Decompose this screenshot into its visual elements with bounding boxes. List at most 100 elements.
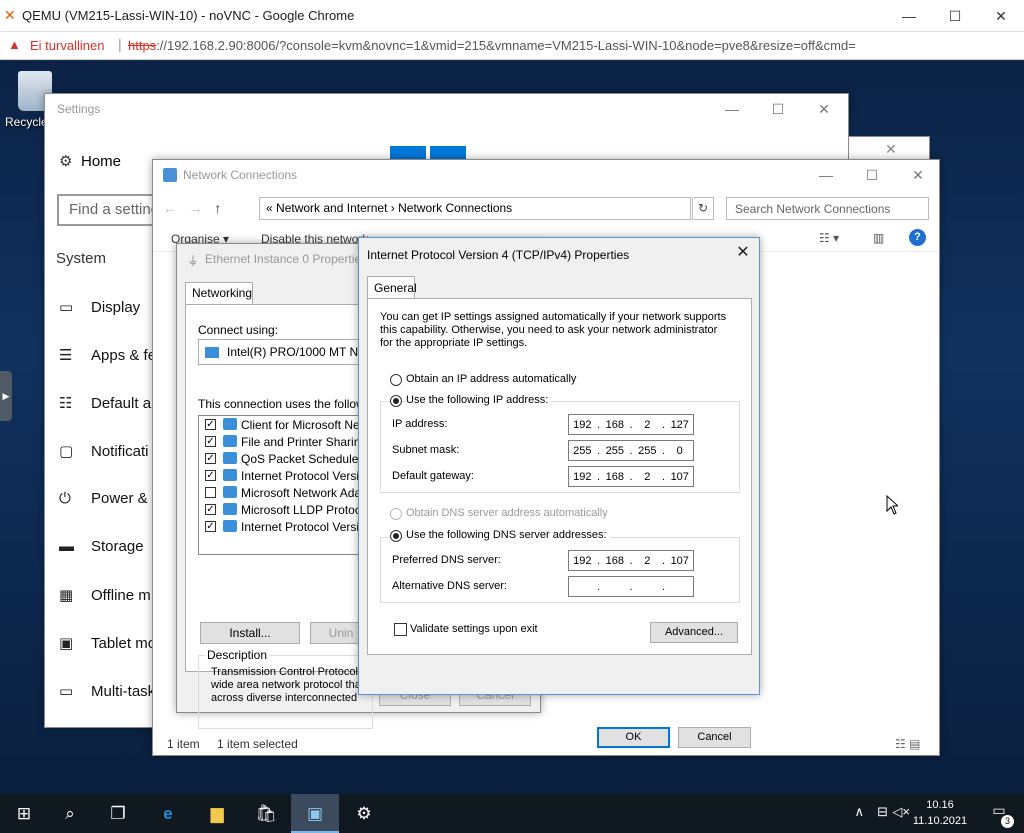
action-center-icon[interactable]: ▭ 3	[988, 802, 1014, 828]
search-icon[interactable]: ⌕	[46, 794, 94, 833]
settings-home-link[interactable]: ⚙ Home	[59, 152, 121, 170]
explorer-search-input[interactable]: Search Network Connections	[726, 197, 929, 220]
settings-nav-label: Offline m	[91, 587, 151, 604]
back-arrow-icon[interactable]: ←	[163, 200, 177, 216]
ip-octet: 2	[644, 418, 651, 431]
forward-arrow-icon[interactable]: →	[189, 200, 203, 216]
security-label[interactable]: Ei turvallinen	[30, 38, 104, 53]
settings-nav-notifications[interactable]: ▢ Notificati	[59, 442, 149, 460]
settings-nav-multitasking[interactable]: ▭ Multi-task	[59, 682, 155, 700]
settings-nav-tablet-mode[interactable]: ▣ Tablet mo	[59, 634, 156, 652]
breadcrumb-network-connections[interactable]: Network Connections	[398, 201, 512, 215]
connection-items-list[interactable]: ✓ Client for Microsoft Netwo ✓ File and Pri…	[198, 415, 368, 555]
connection-item-checkbox[interactable]: ✓	[205, 521, 216, 532]
ipv4-close-button[interactable]: ✕	[727, 238, 759, 268]
ip-octet: 255	[573, 444, 592, 457]
network-status-icon[interactable]: ⊟	[877, 804, 888, 820]
validate-settings-label[interactable]: Validate settings upon exit	[410, 623, 538, 635]
recycle-bin[interactable]: Recycle	[0, 69, 52, 139]
explorer-address-bar[interactable]: « Network and Internet › Network Connect…	[259, 197, 714, 220]
default-gateway-field[interactable]: 192. 168. 2. 107	[568, 466, 694, 487]
connection-item-checkbox[interactable]: ✓	[205, 470, 216, 481]
ipv4-properties-dialog[interactable]: Internet Protocol Version 4 (TCP/IPv4) P…	[358, 237, 760, 748]
ok-button[interactable]: OK	[597, 727, 670, 748]
tray-chevron-up-icon[interactable]: ∧	[854, 804, 864, 820]
volume-icon[interactable]: ◁×	[892, 804, 910, 820]
settings-close-button[interactable]: ✕	[801, 94, 847, 124]
help-icon[interactable]: ?	[909, 229, 926, 246]
connection-item[interactable]: ✓ File and Printer Sharing fo	[199, 433, 367, 450]
obtain-ip-auto-label[interactable]: Obtain an IP address automatically	[406, 373, 576, 385]
notifications-icon: ▢	[59, 443, 74, 460]
connection-item[interactable]: ✓ Internet Protocol Version	[199, 467, 367, 484]
cancel-button[interactable]: Cancel	[678, 727, 751, 748]
connection-item[interactable]: ✓ Internet Protocol Version	[199, 518, 367, 535]
tab-general[interactable]: General	[367, 276, 417, 298]
warning-icon[interactable]: ▲	[8, 37, 21, 52]
refresh-icon[interactable]: ↻	[692, 197, 714, 220]
alternative-dns-field[interactable]: ...	[568, 576, 694, 597]
connection-item-checkbox[interactable]: ✓	[205, 453, 216, 464]
settings-nav-default-apps[interactable]: ☷ Default a	[59, 394, 151, 412]
details-view-icon[interactable]: ☷ ▤	[895, 737, 920, 751]
settings-maximize-button[interactable]: ☐	[755, 94, 801, 124]
browser-minimize-button[interactable]: —	[886, 0, 932, 32]
ip-octet: 168	[605, 418, 624, 431]
netconn-close-button[interactable]: ✕	[895, 160, 941, 190]
preview-pane-icon[interactable]: ▥	[873, 231, 884, 245]
obtain-ip-auto-radio[interactable]	[390, 374, 402, 386]
use-following-dns-label[interactable]: Use the following DNS server addresses:	[406, 529, 610, 541]
file-explorer-icon[interactable]: ▆	[193, 794, 241, 833]
url-text[interactable]: https://192.168.2.90:8006/?console=kvm&n…	[128, 38, 856, 53]
connection-item-checkbox[interactable]: ✓	[205, 504, 216, 515]
browser-maximize-button[interactable]: ☐	[932, 0, 978, 32]
netconn-minimize-button[interactable]: —	[803, 160, 849, 190]
settings-minimize-button[interactable]: —	[709, 94, 755, 124]
connection-item[interactable]: ✓ QoS Packet Scheduler	[199, 450, 367, 467]
preferred-dns-field[interactable]: 192. 168. 2. 107	[568, 550, 694, 571]
connection-item-label: Microsoft LLDP Protocol	[241, 503, 368, 517]
connection-item-checkbox[interactable]	[205, 487, 216, 498]
up-arrow-icon[interactable]: ↑	[214, 200, 221, 216]
settings-nav-apps[interactable]: ☰ Apps & fe	[59, 346, 156, 364]
browser-close-button[interactable]: ✕	[978, 0, 1024, 32]
settings-nav-offline-maps[interactable]: ▦ Offline m	[59, 586, 151, 604]
settings-nav-power[interactable]: ⏻ Power & s	[59, 490, 159, 507]
background-window-close-icon[interactable]: ✕	[885, 141, 897, 158]
description-label: Description	[205, 648, 270, 662]
tab-networking[interactable]: Networking	[185, 282, 253, 304]
task-view-icon[interactable]: ❐	[94, 794, 142, 833]
breadcrumb-network-internet[interactable]: Network and Internet	[276, 201, 387, 215]
settings-nav-display[interactable]: ▭ Display	[59, 298, 140, 316]
general-tab-panel: You can get IP settings assigned automat…	[367, 298, 752, 655]
ip-address-field[interactable]: 192. 168. 2. 127	[568, 414, 694, 435]
network-connections-taskbar-icon[interactable]: ▣	[291, 794, 339, 833]
connection-item[interactable]: Microsoft Network Adapt	[199, 484, 367, 501]
obtain-dns-auto-label[interactable]: Obtain DNS server address automatically	[406, 507, 608, 519]
novnc-sidebar-handle[interactable]: ▶	[0, 371, 12, 421]
connection-item-checkbox[interactable]: ✓	[205, 436, 216, 447]
use-following-ip-radio[interactable]	[390, 395, 402, 407]
start-button[interactable]: ⊞	[0, 794, 48, 833]
settings-nav-storage[interactable]: ▬ Storage	[59, 538, 144, 555]
address-bar[interactable]: ▲ Ei turvallinen | https://192.168.2.90:…	[0, 32, 1024, 60]
subnet-mask-field[interactable]: 255. 255. 255. 0	[568, 440, 694, 461]
edge-browser-icon[interactable]: e	[144, 794, 192, 833]
connection-item-checkbox[interactable]: ✓	[205, 419, 216, 430]
view-options-icon[interactable]: ☷ ▾	[819, 231, 839, 245]
netconn-maximize-button[interactable]: ☐	[849, 160, 895, 190]
connection-item[interactable]: ✓ Client for Microsoft Netwo	[199, 416, 367, 433]
taskbar-clock[interactable]: 10.16 11.10.2021	[910, 797, 970, 829]
advanced-button[interactable]: Advanced...	[650, 622, 738, 643]
browser-titlebar: ✕ QEMU (VM215-Lassi-WIN-10) - noVNC - Go…	[0, 0, 1024, 32]
ip-octet: 192	[573, 554, 592, 567]
settings-gear-icon[interactable]: ⚙	[340, 794, 388, 833]
obtain-dns-auto-radio[interactable]	[390, 508, 402, 520]
connection-item[interactable]: ✓ Microsoft LLDP Protocol	[199, 501, 367, 518]
store-icon[interactable]: 🛍	[242, 794, 290, 833]
install-button[interactable]: Install...	[200, 622, 300, 644]
validate-settings-checkbox[interactable]	[394, 623, 407, 636]
use-following-dns-radio[interactable]	[390, 530, 402, 542]
use-following-ip-label[interactable]: Use the following IP address:	[406, 394, 552, 406]
vm-desktop[interactable]: Recycle ▶ Settings — ☐ ✕ ⚙ Home Find a se…	[0, 61, 1024, 794]
